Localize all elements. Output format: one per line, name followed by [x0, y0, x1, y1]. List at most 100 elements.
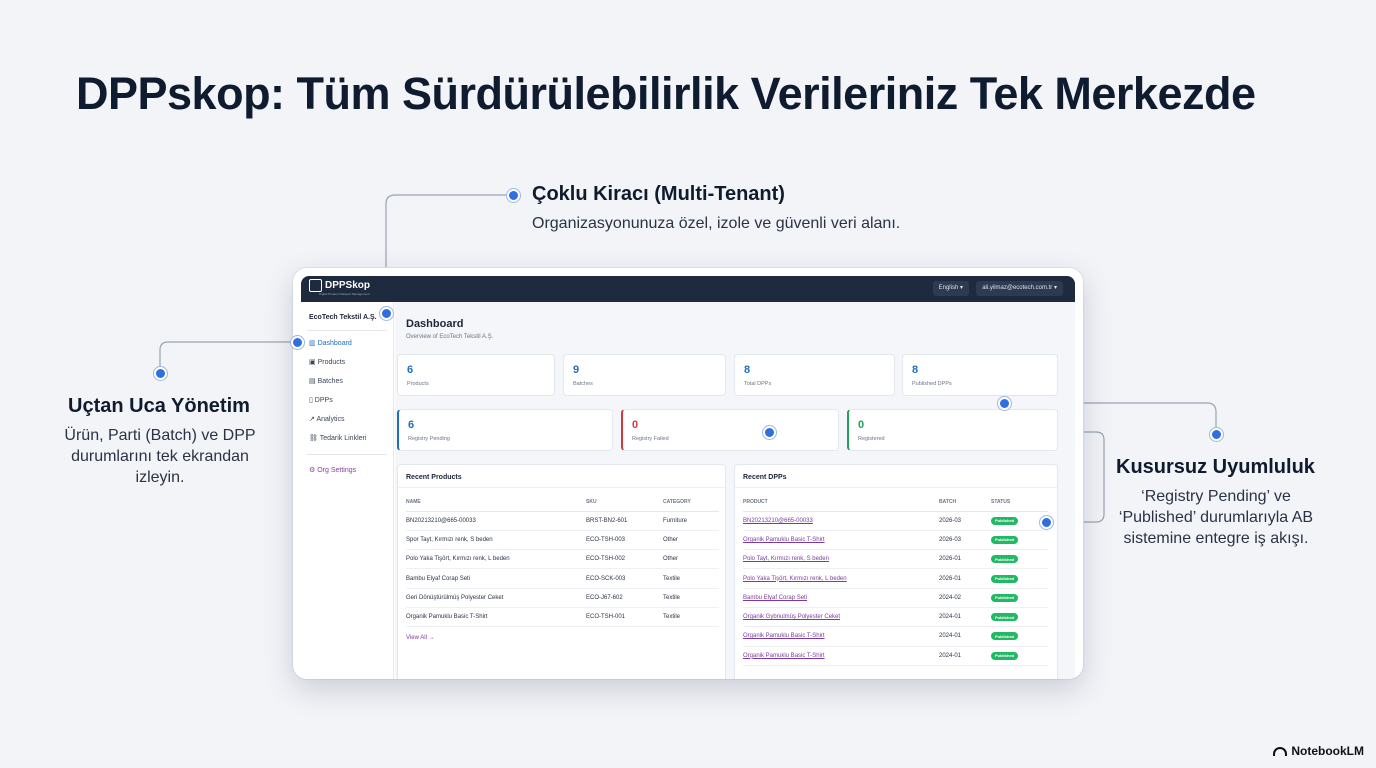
recent-dpps-title: Recent DPPs — [743, 474, 787, 481]
registry-failed-card[interactable]: 0 Registry Failed — [621, 409, 839, 451]
column-header-sku: SKU — [586, 493, 663, 512]
table-row[interactable]: Organik Pamuklu Basic T-Shirt ECO-TSH-001… — [406, 607, 719, 628]
org-name: EcoTech Tekstil A.Ş. — [309, 314, 377, 321]
dashboard-title: Dashboard — [406, 318, 464, 330]
table-row[interactable]: Bambu Elyaf Corap Seti ECO-SCK-003 Textile — [406, 568, 719, 589]
recent-dpps-panel: Recent DPPs PRODUCT BATCH STATUS BN20213… — [734, 464, 1058, 679]
sidebar-item-batches[interactable]: ▤ Batches — [309, 377, 343, 385]
status-badge: Published — [991, 613, 1019, 622]
main-content: Dashboard Overview of EcoTech Tekstil A.… — [395, 302, 1075, 679]
stat-card-batches[interactable]: 9 Batches — [563, 354, 726, 396]
logo-icon — [309, 279, 322, 292]
stat-label: Published DPPs — [912, 381, 952, 387]
status-badge: Published — [991, 593, 1019, 602]
callout-dot — [763, 426, 776, 439]
sidebar-item-analytics[interactable]: ↗ Analytics — [309, 415, 344, 423]
stat-label: Products — [407, 381, 429, 387]
status-badge: Published — [991, 651, 1019, 660]
sidebar-item-dpps[interactable]: ▯ DPPs — [309, 396, 333, 404]
table-header-row: PRODUCT BATCH STATUS — [743, 493, 1048, 512]
table-row[interactable]: Organik Pamuklu Basic T-Shirt 2024-01 Publ… — [743, 626, 1048, 647]
callout-dot — [154, 367, 167, 380]
end-to-end-title: Uçtan Uca Yönetim — [68, 395, 250, 417]
end-to-end-text: Ürün, Parti (Batch) ve DPP durumlarını t… — [64, 427, 256, 486]
stat-label: Batches — [573, 381, 593, 387]
top-bar: DPPSkop Digital Product Passport Managem… — [301, 276, 1075, 302]
table-row[interactable]: Polo Yaka Tişört, Kırmızı renk, L beden E… — [406, 549, 719, 570]
table-row[interactable]: Polo Yaka Tişört, Kırmızı renk, L beden 2… — [743, 568, 1048, 589]
notebooklm-watermark: NotebookLM — [1273, 744, 1364, 758]
column-header-status: STATUS — [991, 493, 1048, 512]
sidebar-item-dashboard[interactable]: ▥ Dashboard — [309, 339, 352, 347]
language-select[interactable]: English ▾ — [932, 281, 969, 296]
sidebar-item-supplier-links[interactable]: ⛓ Tedarik Linkleri — [309, 434, 366, 442]
compliance-title: Kusursuz Uyumluluk — [1116, 456, 1315, 478]
recent-products-table: NAME SKU CATEGORY BN20213210@665-00033 BR… — [406, 493, 719, 628]
stat-card-products[interactable]: 6 Products — [397, 354, 555, 396]
callout-dot — [1040, 516, 1053, 529]
multi-tenant-text: Organizasyonunuza özel, izole ve güvenli… — [532, 215, 901, 232]
multi-tenant-title: Çoklu Kiracı (Multi-Tenant) — [532, 183, 785, 205]
panel-divider — [398, 487, 725, 488]
column-header-name: NAME — [406, 493, 586, 512]
table-row[interactable]: Spor Tayt, Kırmızı renk, S beden ECO-TSH-… — [406, 530, 719, 551]
table-row[interactable]: BN20213210@665-00033 BRST-BN2-601 Furnitur… — [406, 511, 719, 531]
status-badge: Published — [991, 555, 1019, 564]
registered-card[interactable]: 0 Registered — [847, 409, 1058, 451]
callout-dot — [380, 307, 393, 320]
callout-dot — [291, 336, 304, 349]
stat-value: 8 — [912, 364, 919, 376]
table-row[interactable]: Organik Pamuklu Basic T-Shirt 2024-01 Publ… — [743, 646, 1048, 666]
view-all-link[interactable]: View All → — [406, 635, 435, 641]
dashboard-subtitle: Overview of EcoTech Tekstil A.Ş. — [406, 334, 494, 340]
sidebar-divider — [307, 454, 387, 455]
watermark-text: NotebookLM — [1291, 744, 1364, 758]
panel-divider — [735, 487, 1057, 488]
stat-value: 6 — [407, 364, 414, 376]
column-header-batch: BATCH — [939, 493, 991, 512]
registry-value: 6 — [408, 419, 415, 431]
column-header-category: CATEGORY — [663, 493, 719, 512]
sidebar-item-org-settings[interactable]: ⚙ Org Settings — [309, 466, 356, 474]
stat-label: Total DPPs — [744, 381, 772, 387]
table-header-row: NAME SKU CATEGORY — [406, 493, 719, 512]
status-badge: Published — [991, 574, 1019, 583]
table-row[interactable]: BN20213210@665-00033 2026-03 Published — [743, 511, 1048, 531]
compliance-text: ‘Registry Pending’ ve ‘Published’ duruml… — [1118, 488, 1314, 547]
callout-dot — [507, 189, 520, 202]
app-logo[interactable]: DPPSkop — [309, 279, 370, 292]
recent-products-panel: Recent Products NAME SKU CATEGORY BN2021… — [397, 464, 726, 679]
logo-subtitle: Digital Product Passport Management — [319, 292, 370, 296]
stat-card-total-dpps[interactable]: 8 Total DPPs — [734, 354, 895, 396]
recent-products-title: Recent Products — [406, 474, 462, 481]
user-menu[interactable]: ali.yilmaz@ecotech.com.tr ▾ — [976, 281, 1063, 296]
registry-label: Registered — [858, 436, 885, 442]
column-header-product: PRODUCT — [743, 493, 939, 512]
registry-label: Registry Failed — [632, 436, 669, 442]
sidebar-divider — [307, 330, 387, 331]
stat-card-published-dpps[interactable]: 8 Published DPPs — [902, 354, 1058, 396]
logo-text: DPPSkop — [325, 280, 371, 291]
app-window: DPPSkop Digital Product Passport Managem… — [293, 268, 1083, 679]
registry-value: 0 — [858, 419, 865, 431]
status-badge: Published — [991, 516, 1019, 525]
notebooklm-icon — [1273, 746, 1288, 756]
stat-value: 9 — [573, 364, 580, 376]
table-row[interactable]: Organik Pamuklu Basic T-Shirt 2026-03 Publ… — [743, 530, 1048, 551]
table-row[interactable]: Polo Tayt, Kırmızı renk, S beden 2026-01 P… — [743, 549, 1048, 570]
registry-pending-card[interactable]: 6 Registry Pending — [397, 409, 613, 451]
status-badge: Published — [991, 632, 1019, 641]
table-row[interactable]: Bambu Elyaf Corap Seti 2024-02 Published — [743, 588, 1048, 608]
table-row[interactable]: Organik Gybnulmüş Polyester Ceket 2024-01… — [743, 607, 1048, 628]
registry-label: Registry Pending — [408, 436, 450, 442]
callout-dot — [1210, 428, 1223, 441]
sidebar-item-products[interactable]: ▣ Products — [309, 358, 345, 366]
sidebar: EcoTech Tekstil A.Ş. ▥ Dashboard ▣ Produ… — [301, 302, 394, 679]
status-badge: Published — [991, 535, 1019, 544]
callout-dot — [998, 397, 1011, 410]
page-title: DPPskop: Tüm Sürdürülebilirlik Verilerin… — [76, 68, 1256, 119]
table-row[interactable]: Geri Dönüştürülmüş Polyester Ceket ECO-J6… — [406, 588, 719, 608]
registry-value: 0 — [632, 419, 639, 431]
recent-dpps-table: PRODUCT BATCH STATUS BN20213210@665-0003… — [743, 493, 1048, 666]
stat-value: 8 — [744, 364, 751, 376]
